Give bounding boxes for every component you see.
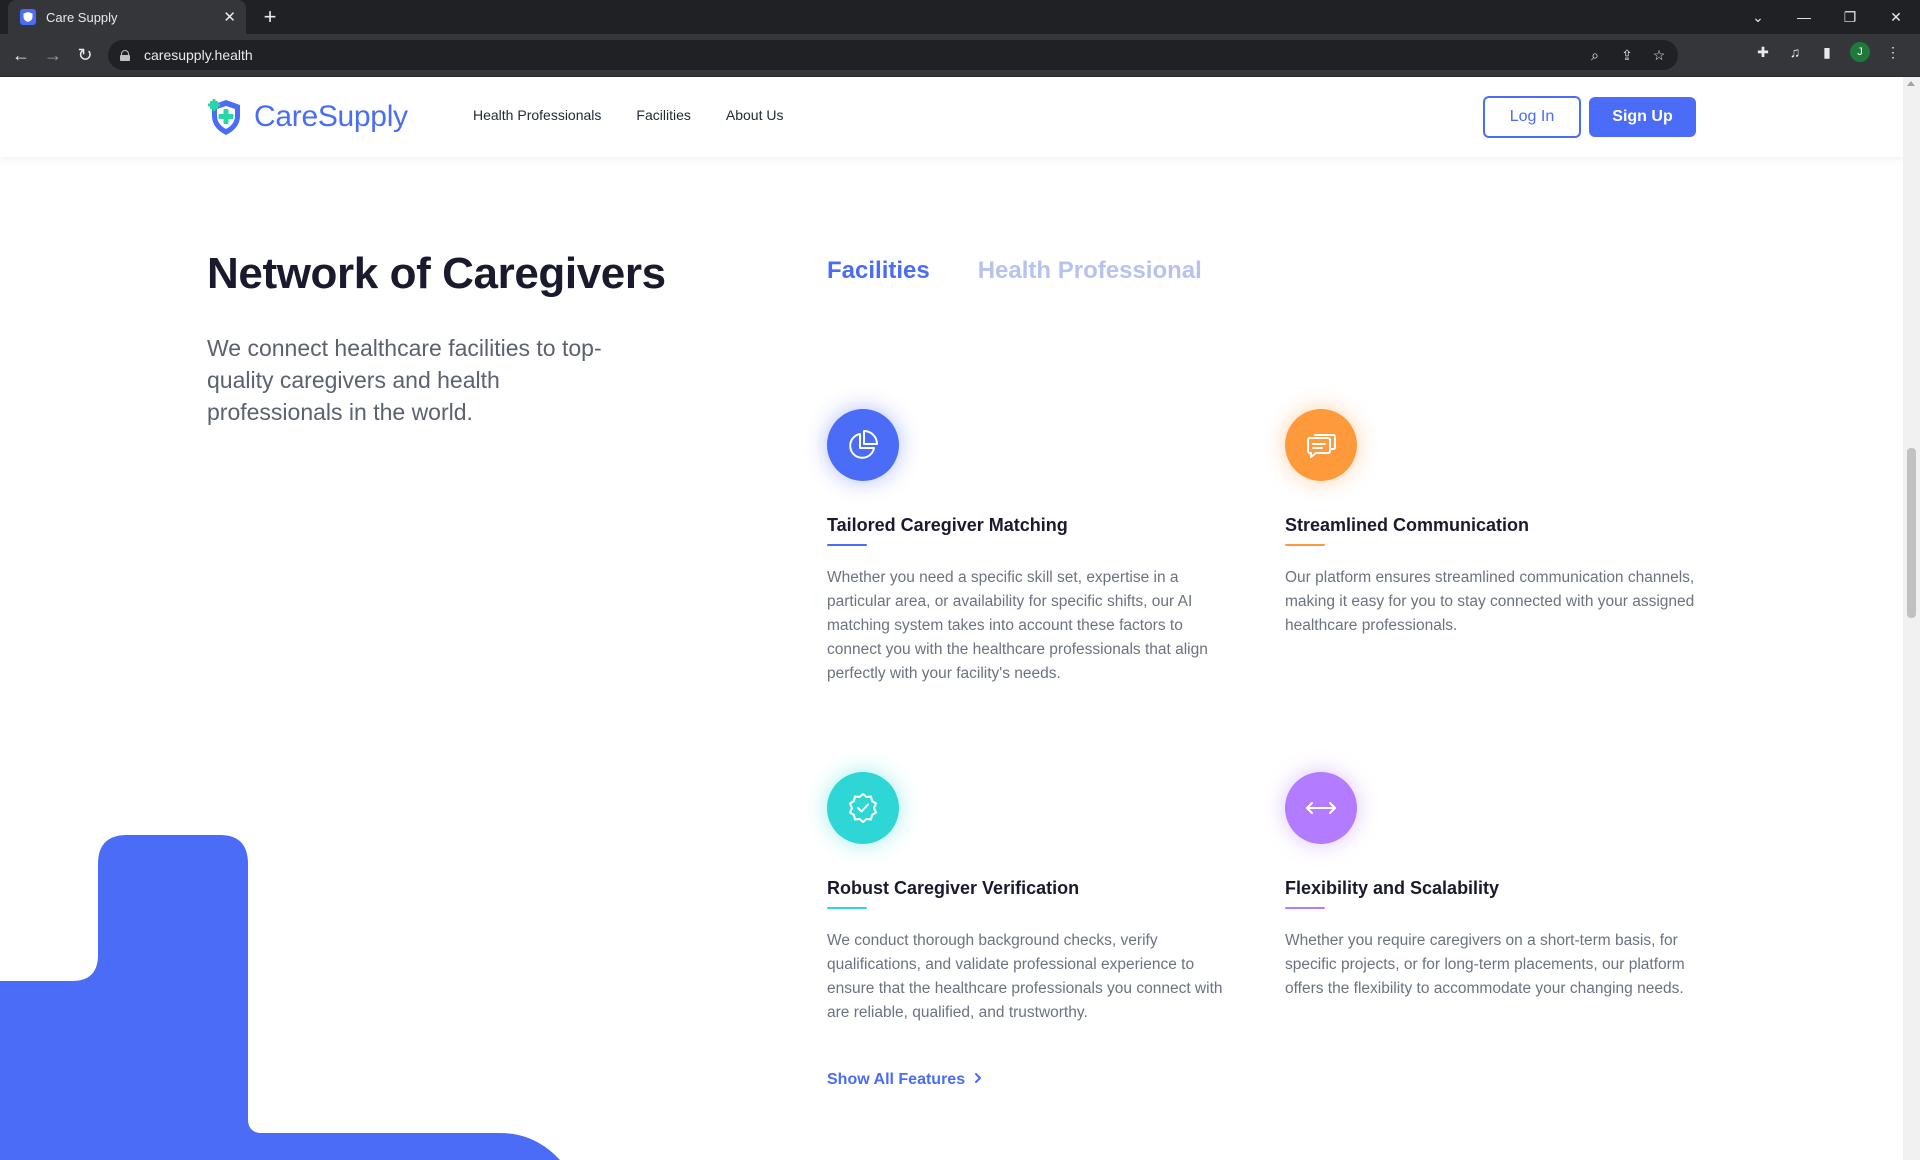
page-viewport: CareSupply Health Professionals Faciliti… <box>0 77 1903 1160</box>
feature-underline <box>1285 544 1325 546</box>
feature-underline <box>1285 907 1325 909</box>
tab-facilities[interactable]: Facilities <box>827 257 930 285</box>
tab-health-professional[interactable]: Health Professional <box>978 257 1202 285</box>
feature-description: We conduct thorough background checks, v… <box>827 932 1223 1021</box>
tab-search-icon[interactable]: ⌄ <box>1736 0 1780 34</box>
site-logo[interactable]: CareSupply <box>206 97 408 137</box>
feature-underline <box>827 907 867 909</box>
favicon-icon <box>20 9 36 25</box>
nav-health-professionals[interactable]: Health Professionals <box>473 107 601 123</box>
nav-facilities[interactable]: Facilities <box>636 107 690 123</box>
pie-chart-icon <box>827 409 899 481</box>
signup-button[interactable]: Sign Up <box>1589 97 1696 137</box>
page-scrollbar[interactable] <box>1903 77 1920 1160</box>
feature-title: Streamlined Communication <box>1285 515 1530 535</box>
lock-icon <box>120 49 130 61</box>
decorative-blue-shape <box>0 835 560 1160</box>
share-icon[interactable]: ⇪ <box>1618 46 1636 64</box>
chat-bubbles-icon <box>1285 409 1357 481</box>
forward-icon[interactable]: → <box>40 42 66 68</box>
back-icon[interactable]: ← <box>8 42 34 68</box>
verified-badge-icon <box>827 772 899 844</box>
url-text: caresupply.health <box>144 47 253 63</box>
minimize-icon[interactable]: — <box>1782 0 1826 34</box>
login-button[interactable]: Log In <box>1483 96 1581 138</box>
close-tab-icon[interactable]: ✕ <box>223 10 236 25</box>
audience-tabs: Facilities Health Professional <box>827 257 1202 285</box>
scroll-up-icon[interactable] <box>1907 81 1915 86</box>
arrows-horizontal-icon <box>1285 772 1357 844</box>
main-nav: Health Professionals Facilities About Us <box>473 107 783 123</box>
show-all-label: Show All Features <box>827 1071 966 1088</box>
section-subtitle: We connect healthcare facilities to top-… <box>207 335 602 425</box>
browser-toolbar: ← → ↻ caresupply.health ⌕ ⇪ ☆ ✚ ♫ ▮ J ⋮ <box>0 34 1920 77</box>
media-icon[interactable]: ♫ <box>1786 43 1804 61</box>
section-title: Network of Caregivers <box>207 249 666 298</box>
extensions-icon[interactable]: ✚ <box>1754 43 1772 61</box>
profile-avatar[interactable]: J <box>1850 42 1870 62</box>
logo-wordmark: CareSupply <box>254 100 408 133</box>
feature-description: Whether you require caregivers on a shor… <box>1285 932 1685 997</box>
browser-tab[interactable]: Care Supply ✕ <box>8 0 246 34</box>
scrollbar-thumb[interactable] <box>1907 448 1916 618</box>
zoom-icon[interactable]: ⌕ <box>1586 46 1604 64</box>
feature-title: Tailored Caregiver Matching <box>827 515 1068 535</box>
feature-title: Flexibility and Scalability <box>1285 878 1500 898</box>
browser-tab-bar: Care Supply ✕ + ⌄ — ❐ ✕ <box>0 0 1920 34</box>
show-all-features-link[interactable]: Show All Features <box>827 1071 983 1089</box>
address-bar[interactable]: caresupply.health ⌕ ⇪ ☆ <box>108 40 1678 70</box>
tab-title: Care Supply <box>46 9 118 25</box>
feature-card: Streamlined Communication Our platform e… <box>1285 409 1695 638</box>
nav-about-us[interactable]: About Us <box>726 107 784 123</box>
restore-icon[interactable]: ❐ <box>1828 0 1872 34</box>
new-tab-icon[interactable]: + <box>258 5 282 29</box>
close-window-icon[interactable]: ✕ <box>1874 0 1918 34</box>
menu-kebab-icon[interactable]: ⋮ <box>1884 43 1902 61</box>
feature-description: Our platform ensures streamlined communi… <box>1285 569 1695 634</box>
feature-card: Robust Caregiver Verification We conduct… <box>827 772 1237 1025</box>
feature-title: Robust Caregiver Verification <box>827 878 1080 898</box>
shield-cross-logo-icon <box>208 99 240 135</box>
side-panel-icon[interactable]: ▮ <box>1818 43 1836 61</box>
feature-description: Whether you need a specific skill set, e… <box>827 569 1208 682</box>
feature-card: Tailored Caregiver Matching Whether you … <box>827 409 1237 686</box>
feature-underline <box>827 544 867 546</box>
reload-icon[interactable]: ↻ <box>72 42 98 68</box>
site-header: CareSupply Health Professionals Faciliti… <box>0 77 1903 157</box>
chevron-right-icon <box>973 1071 983 1089</box>
bookmark-star-icon[interactable]: ☆ <box>1650 46 1668 64</box>
feature-card: Flexibility and Scalability Whether you … <box>1285 772 1695 1001</box>
